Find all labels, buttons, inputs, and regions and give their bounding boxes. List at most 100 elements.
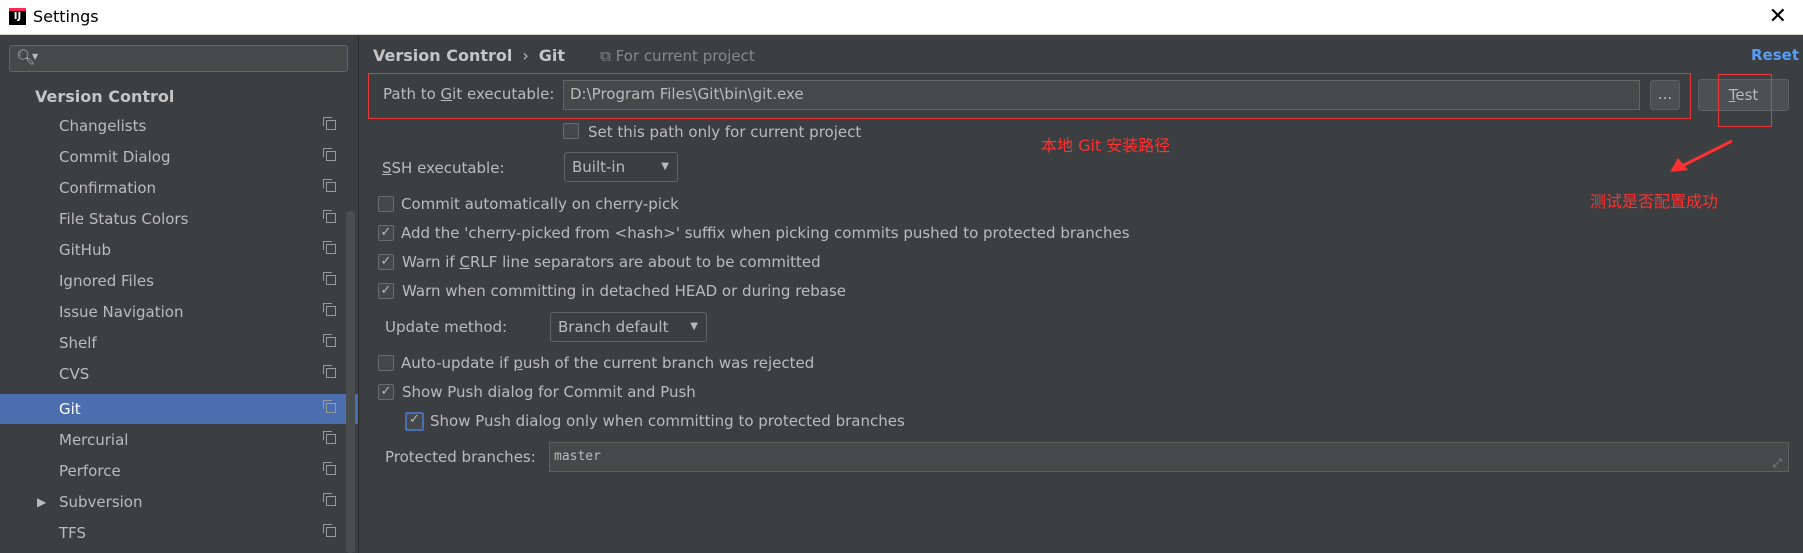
test-button-label: est [1735, 86, 1759, 104]
sidebar-item-cvs[interactable]: CVS [0, 359, 358, 389]
project-scope-icon [323, 365, 336, 378]
sidebar-item-label: TFS [59, 524, 87, 542]
update-method-select[interactable]: Branch default ▼ [550, 312, 707, 342]
expand-arrow-icon[interactable]: ▶ [37, 487, 46, 517]
project-scope-text: For current project [615, 47, 755, 65]
path-only-current-label: Set this path only for current project [588, 123, 862, 141]
auto-update-label-post: ush of the current branch was rejected [522, 354, 815, 372]
project-scope-icon [323, 493, 336, 506]
protected-branches-label: Protected branches: [385, 448, 536, 466]
git-path-label-pre: Path to [383, 85, 441, 103]
push-dialog-checkbox[interactable]: ✓ [378, 384, 394, 400]
sidebar-item-changelists[interactable]: Changelists [0, 111, 358, 141]
sidebar-item-label: Commit Dialog [59, 148, 171, 166]
project-scope-icon [323, 334, 336, 347]
project-scope-icon [323, 210, 336, 223]
cherry-pick-checkbox[interactable] [378, 196, 394, 212]
chevron-down-icon: ▼ [690, 321, 698, 332]
ssh-executable-select[interactable]: Built-in ▼ [564, 152, 678, 182]
window-title: Settings [33, 7, 99, 26]
sidebar-item-label: Shelf [59, 334, 97, 352]
project-scope-label: ⧉ For current project [600, 47, 755, 65]
auto-update-label-mnemonic: p [513, 354, 523, 372]
chevron-down-icon[interactable]: ▼ [32, 52, 38, 61]
sidebar-item-label: Perforce [59, 462, 121, 480]
breadcrumb: Version Control › Git ⧉ For current projec… [373, 46, 755, 65]
breadcrumb-separator: › [522, 46, 529, 65]
git-path-label-post: it executable: [452, 85, 555, 103]
crlf-checkbox[interactable]: ✓ [378, 254, 394, 270]
project-scope-icon [323, 179, 336, 192]
expand-icon[interactable]: ⤢ [1772, 449, 1782, 477]
crlf-label-pre: Warn if [402, 253, 460, 271]
sidebar-item-label: Confirmation [59, 179, 157, 197]
sidebar-item-label: Mercurial [59, 431, 129, 449]
push-protected-label: Show Push dialog only when committing to… [430, 412, 905, 430]
sidebar-item-file-status-colors[interactable]: File Status Colors [0, 204, 358, 234]
crlf-label-post: RLF line separators are about to be comm… [469, 253, 821, 271]
project-scope-icon [323, 117, 336, 130]
path-only-current-checkbox[interactable] [563, 123, 579, 139]
push-protected-checkbox[interactable]: ✓ [405, 412, 424, 431]
close-icon[interactable]: ✕ [1769, 4, 1787, 29]
project-scope-icon [323, 148, 336, 161]
push-dialog-label: Show Push dialog for Commit and Push [402, 383, 696, 401]
sidebar-item-perforce[interactable]: Perforce [0, 456, 358, 486]
chevron-down-icon: ▼ [661, 161, 669, 172]
sidebar-item-label: Ignored Files [59, 272, 154, 290]
sidebar-item-label: CVS [59, 365, 90, 383]
sidebar-item-label: GitHub [59, 241, 111, 259]
sidebar-item-git[interactable]: Git [0, 394, 358, 424]
update-method-selected-value: Branch default [558, 318, 669, 336]
title-bar: IJ Settings ✕ [0, 0, 1803, 35]
intellij-app-icon: IJ [9, 8, 26, 25]
annotation-arrow [1670, 139, 1733, 172]
detached-head-label: Warn when committing in detached HEAD or… [402, 282, 847, 300]
crlf-label-mnemonic: C [459, 253, 470, 271]
detached-head-checkbox[interactable]: ✓ [378, 283, 394, 299]
ssh-label: SSH executable: [382, 159, 505, 177]
ssh-selected-value: Built-in [572, 158, 626, 176]
project-scope-icon [323, 524, 336, 537]
sidebar-item-label: Subversion [59, 493, 143, 511]
ssh-label-rest: SH executable: [391, 159, 505, 177]
browse-button[interactable]: ... [1650, 80, 1680, 110]
sidebar-item-label: Git [59, 400, 81, 418]
sidebar-item-issue-navigation[interactable]: Issue Navigation [0, 297, 358, 327]
sidebar-item-commit-dialog[interactable]: Commit Dialog [0, 142, 358, 172]
git-path-label-mnemonic: G [440, 85, 453, 103]
git-path-input[interactable]: D:\Program Files\Git\bin\git.exe [563, 80, 1640, 110]
project-scope-icon [323, 303, 336, 316]
project-scope-icon [323, 400, 336, 413]
crlf-label: Warn if CRLF line separators are about t… [402, 253, 821, 271]
auto-update-label: Auto-update if push of the current branc… [401, 354, 814, 372]
git-path-annotation: 本地 Git 安装路径 [1041, 136, 1171, 155]
sidebar-header-version-control[interactable]: Version Control [35, 87, 174, 106]
sidebar-item-shelf[interactable]: Shelf [0, 328, 358, 358]
cherry-pick-label: Commit automatically on cherry-pick [401, 195, 679, 213]
settings-search-input[interactable]: 🔍︎ ▼ [9, 45, 348, 72]
ssh-label-mnemonic: S [382, 159, 392, 177]
project-scope-icon [323, 272, 336, 285]
cherry-suffix-checkbox[interactable]: ✓ [378, 225, 394, 241]
sidebar-item-tfs[interactable]: TFS [0, 518, 358, 548]
sidebar-item-confirmation[interactable]: Confirmation [0, 173, 358, 203]
settings-sidebar: 🔍︎ ▼ Version Control Changelists Commit … [0, 35, 359, 553]
project-scope-icon [323, 241, 336, 254]
sidebar-item-github[interactable]: GitHub [0, 235, 358, 265]
sidebar-scrollbar[interactable] [346, 211, 355, 553]
sidebar-item-label: File Status Colors [59, 210, 189, 228]
sidebar-item-subversion[interactable]: ▶ Subversion [0, 487, 358, 517]
breadcrumb-version-control: Version Control [373, 46, 513, 65]
sidebar-item-label: Issue Navigation [59, 303, 184, 321]
sidebar-item-label: Changelists [59, 117, 147, 135]
reset-link[interactable]: Reset [1751, 46, 1799, 64]
cherry-suffix-label: Add the 'cherry-picked from <hash>' suff… [401, 224, 1130, 242]
protected-branches-input[interactable]: master ⤢ [549, 442, 1789, 472]
auto-update-checkbox[interactable] [378, 355, 394, 371]
project-scope-icon [323, 431, 336, 444]
sidebar-item-ignored-files[interactable]: Ignored Files [0, 266, 358, 296]
test-button[interactable]: Test [1698, 79, 1789, 111]
test-annotation: 测试是否配置成功 [1590, 192, 1719, 211]
sidebar-item-mercurial[interactable]: Mercurial [0, 425, 358, 455]
